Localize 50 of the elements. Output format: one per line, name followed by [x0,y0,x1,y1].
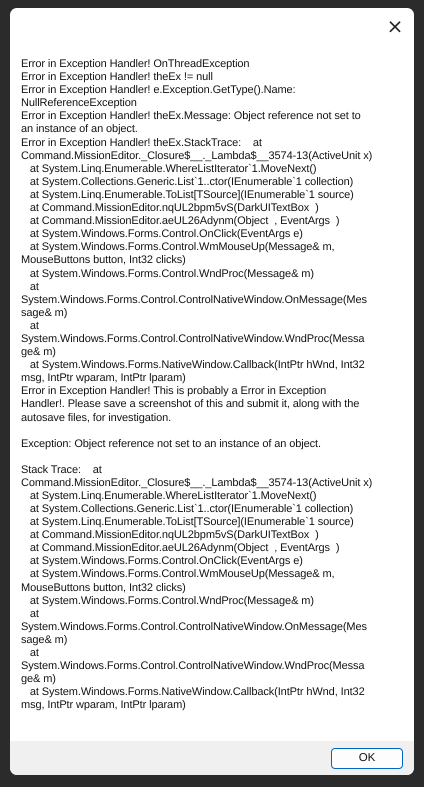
message-line: at System.Linq.Enumerable.WhereListIterator`1.MoveNext() [28,162,318,176]
close-button[interactable]: × [380,12,410,40]
message-line: at System.Windows.Forms.NativeWindow.Callback(IntPtr hWnd, Int32 [28,359,366,372]
message-line: at [28,280,40,294]
message-line: ge& m) [21,673,57,686]
message-line: System.Windows.Forms.Control.ControlNativeWindow.OnMessage(Mes [21,620,368,634]
message-line: at System.Linq.Enumerable.WhereListIterator`1.MoveNext() [28,490,318,503]
message-line: Error in Exception Handler! e.Exception.GetType().Name: [21,84,297,98]
message-line: msg, IntPtr wparam, IntPtr lparam) [21,372,187,386]
message-line: Command.MissionEditor._Closure$__._Lambda$__3574-13(ActiveUnit x) [21,476,374,490]
message-line: Error in Exception Handler! theEx != null [21,71,214,84]
message-line: at System.Linq.Enumerable.ToList[TSource](IEnumerable`1 source) [28,188,355,202]
message-line: Exception: Object reference not set to an instance of an object. [21,438,322,451]
message-line: Error in Exception Handler! This is probably a Error in Exception [21,385,328,398]
message-line: sage& m) [21,306,68,320]
message-line: NullReferenceException [21,97,138,110]
message-line: msg, IntPtr wparam, IntPtr lparam) [21,699,187,712]
message-line: MouseButtons button, Int32 clicks) [21,582,187,595]
message-line: at Command.MissionEditor.nqUL2bpm5vS(DarkUITextBox ) [28,202,320,216]
message-line: Error in Exception Handler! theEx.StackTrace: at [21,136,263,150]
message-line: at [28,320,40,333]
message-line: at [28,647,40,660]
message-line: at System.Linq.Enumerable.ToList[TSource](IEnumerable`1 source) [28,516,355,530]
message-line: at Command.MissionEditor.aeUL26Adynm(Object , EventArgs ) [28,215,340,228]
message-line: at System.Windows.Forms.NativeWindow.Callback(IntPtr hWnd, Int32 [28,686,366,700]
message-line: at System.Windows.Forms.Control.WndProc(Message& m) [28,594,315,608]
message-line: Error in Exception Handler! OnThreadException [21,58,250,72]
message-line: System.Windows.Forms.Control.ControlNativeWindow.WndProc(Messa [21,660,366,674]
message-line: Stack Trace: at [21,464,103,477]
message-line: at System.Windows.Forms.Control.WndProc(Message& m) [28,268,315,281]
message-line: Command.MissionEditor._Closure$__._Lambda$__3574-13(ActiveUnit x) [21,150,374,163]
message-line: at System.Windows.Forms.Control.OnClick(EventArgs e) [28,555,304,568]
message-line: ge& m) [21,346,57,360]
message-line: at Command.MissionEditor.aeUL26Adynm(Object , EventArgs ) [28,542,340,556]
message-line: sage& m) [21,634,68,648]
message-line: at System.Windows.Forms.Control.WmMouseUp(Message& m, [28,241,336,254]
message-line: at System.Windows.Forms.Control.WmMouseUp(Message& m, [28,568,336,582]
message-line: autosave files, for investigation. [21,412,172,425]
message-line: at [28,608,40,621]
message-line: an instance of an object. [21,123,139,137]
message-line: System.Windows.Forms.Control.ControlNativeWindow.OnMessage(Mes [21,294,368,307]
message-line: Error in Exception Handler! theEx.Message: Object reference not set to [21,110,362,124]
message-line: MouseButtons button, Int32 clicks) [21,254,187,268]
ok-button[interactable]: OK [331,748,403,768]
message-line: at Command.MissionEditor.nqUL2bpm5vS(DarkUITextBox ) [28,529,320,542]
message-line: at System.Collections.Generic.List`1..ctor(IEnumerable`1 collection) [28,176,354,189]
message-line: at System.Collections.Generic.List`1..ctor(IEnumerable`1 collection) [28,503,354,516]
message-line: Handler!. Please save a screenshot of this and submit it, along with the [21,398,360,412]
message-line: at System.Windows.Forms.Control.OnClick(EventArgs e) [28,228,304,242]
message-line: System.Windows.Forms.Control.ControlNativeWindow.WndProc(Messa [21,332,366,346]
